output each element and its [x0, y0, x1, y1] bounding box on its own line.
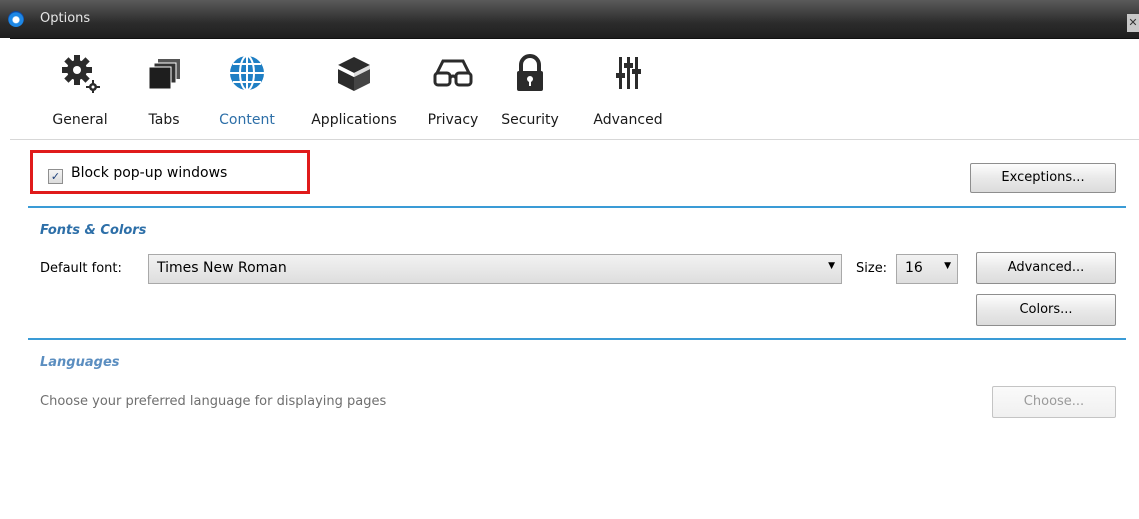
- tab-applications-label: Applications: [311, 112, 397, 128]
- tab-content-label: Content: [219, 112, 275, 128]
- box-icon: [338, 57, 370, 91]
- chevron-down-icon: ▼: [828, 261, 835, 271]
- gear-icon: [62, 55, 100, 93]
- tabs-icon: [148, 59, 180, 90]
- fonts-colors-heading: Fonts & Colors: [40, 223, 147, 238]
- tab-content[interactable]: Content: [208, 39, 286, 139]
- section-separator: [28, 338, 1126, 340]
- tab-general[interactable]: General: [48, 39, 112, 139]
- tab-privacy[interactable]: Privacy: [422, 39, 484, 139]
- app-logo-icon: [8, 11, 24, 27]
- window-left-border: [0, 38, 10, 519]
- tab-tabs[interactable]: Tabs: [136, 39, 192, 139]
- size-label: Size:: [856, 261, 888, 276]
- default-font-select[interactable]: Times New Roman ▼: [148, 254, 842, 284]
- category-toolbar: General Tabs Content Applications Privac…: [10, 39, 1139, 140]
- tab-privacy-label: Privacy: [427, 112, 479, 128]
- default-font-value: Times New Roman: [157, 260, 287, 276]
- colors-button[interactable]: Colors...: [976, 294, 1116, 326]
- languages-description: Choose your preferred language for displ…: [40, 394, 387, 409]
- window-title: Options: [40, 11, 91, 26]
- glasses-icon: [433, 59, 473, 87]
- tab-security-label: Security: [501, 112, 559, 128]
- advanced-fonts-button[interactable]: Advanced...: [976, 252, 1116, 284]
- font-size-value: 16: [905, 260, 923, 276]
- tab-advanced[interactable]: Advanced: [586, 39, 670, 139]
- tab-security[interactable]: Security: [496, 39, 564, 139]
- tab-tabs-label: Tabs: [148, 112, 180, 128]
- close-button[interactable]: ✕: [1127, 14, 1139, 32]
- tab-advanced-label: Advanced: [593, 112, 663, 128]
- exceptions-button[interactable]: Exceptions...: [970, 163, 1116, 193]
- block-popups-checkbox[interactable]: ✓: [48, 169, 63, 184]
- font-size-select[interactable]: 16 ▼: [896, 254, 958, 284]
- lock-icon: [517, 54, 543, 91]
- popup-highlight-box: ✓ Block pop-up windows: [30, 150, 310, 194]
- block-popups-label[interactable]: Block pop-up windows: [71, 165, 227, 181]
- tab-general-label: General: [52, 112, 108, 128]
- default-font-label: Default font:: [40, 261, 122, 276]
- title-bar: Options ✕: [0, 0, 1139, 39]
- tab-applications[interactable]: Applications: [300, 39, 408, 139]
- languages-heading: Languages: [40, 355, 120, 370]
- chevron-down-icon: ▼: [944, 261, 951, 271]
- choose-language-button[interactable]: Choose...: [992, 386, 1116, 418]
- sliders-icon: [616, 57, 641, 89]
- content-pane: ✓ Block pop-up windows Exceptions... Fon…: [10, 140, 1139, 519]
- section-separator: [28, 206, 1126, 208]
- globe-icon: [230, 55, 264, 91]
